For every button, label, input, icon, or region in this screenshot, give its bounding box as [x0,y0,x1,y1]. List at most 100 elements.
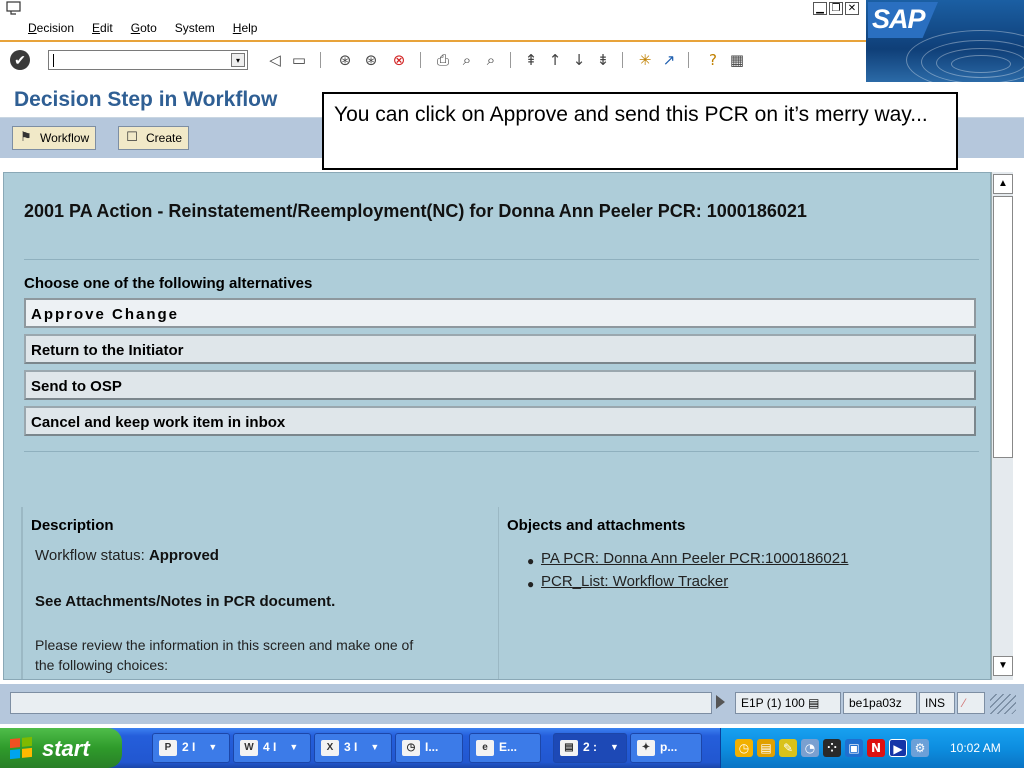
toolbar-separator [510,52,511,68]
task-label: 3 I [344,740,358,754]
shortcut-icon[interactable]: ↗ [660,51,678,69]
server-name: be1pa03z [843,692,917,714]
previous-page-icon[interactable]: ↑ [546,51,564,69]
pa-action-heading: 2001 PA Action - Reinstatement/Reemploym… [24,201,807,221]
status-message-field [10,692,712,714]
back-icon[interactable]: ⊛ [336,51,354,69]
scroll-down-icon[interactable]: ▼ [993,656,1013,676]
create-icon: ☐ [126,130,138,145]
help-icon[interactable]: ? [704,51,722,69]
powerpoint-icon: P [159,740,177,756]
task-excel[interactable]: X 3 I ▼ [314,733,392,763]
toolbar-separator [320,52,321,68]
close-button[interactable]: ✕ [845,2,859,15]
status-bar: E1P (1) 100 ▤ be1pa03z INS ⁄ [0,684,1024,724]
lock-icon: ⁄ [957,692,985,714]
internet-explorer-icon: e [476,740,494,756]
task-label: 2 I [182,740,196,754]
task-clock-app[interactable]: ◷ I... [395,733,463,763]
description-title: Description [31,517,114,534]
task-firefox[interactable]: ✦ p... [630,733,702,763]
system-menu-icon[interactable] [6,1,22,15]
start-button[interactable]: start [0,728,122,768]
workflow-tracker-link[interactable]: PCR_List: Workflow Tracker [541,573,728,590]
save-icon[interactable]: ▭ [290,51,308,69]
word-icon: W [240,740,258,756]
restore-button[interactable]: ❐ [829,2,843,15]
layout-menu-icon[interactable]: ▦ [728,51,746,69]
instructions-line-1: Please review the information in this sc… [35,637,414,653]
tray-screen-icon[interactable]: ▣ [845,739,863,757]
alternatives-label: Choose one of the following alternatives [24,275,313,292]
status-toggle-icon[interactable] [716,695,725,709]
cancel-icon[interactable]: ⊗ [390,51,408,69]
command-history-dropdown-icon[interactable]: ▾ [231,53,245,67]
tray-security-icon[interactable]: ⚙ [911,739,929,757]
task-sap-gui[interactable]: ▤ 2 : ▼ [553,733,627,763]
system-info[interactable]: E1P (1) 100 ▤ [735,692,841,714]
vertical-scrollbar[interactable]: ▲ ▼ [991,172,1013,680]
find-next-icon[interactable]: ⌕ [482,51,500,69]
new-session-icon[interactable]: ✳ [636,51,654,69]
scroll-up-icon[interactable]: ▲ [993,174,1013,194]
back-arrow-icon[interactable]: ◁ [266,51,284,69]
description-panel: Description Workflow status: Approved Se… [21,507,499,679]
sap-gui-icon: ▤ [560,740,578,756]
return-to-initiator-button[interactable]: Return to the Initiator [24,334,976,364]
taskbar-clock[interactable]: 10:02 AM [950,741,1001,755]
workflow-button-label: Workflow [40,131,90,145]
attachments-note: See Attachments/Notes in PCR document. [35,593,336,610]
workflow-status: Workflow status: Approved [35,547,219,564]
tray-folder-icon[interactable]: ▤ [757,739,775,757]
approve-change-button[interactable]: Approve Change [24,298,976,328]
task-internet-explorer[interactable]: e E... [469,733,541,763]
print-icon[interactable]: ⎙ [434,51,452,69]
system-client: E1P (1) 100 [741,696,805,710]
create-button[interactable]: ☐ Create [118,126,190,150]
firefox-icon: ✦ [637,740,655,756]
last-page-icon[interactable]: ⇟ [594,51,612,69]
input-mode: INS [919,692,955,714]
minimize-button[interactable]: ▁ [813,2,827,15]
tray-pencil-icon[interactable]: ✎ [779,739,797,757]
workflow-button[interactable]: ⚑ Workflow [12,126,97,150]
pa-pcr-link[interactable]: PA PCR: Donna Ann Peeler PCR:1000186021 [541,550,848,567]
excel-icon: X [321,740,339,756]
menu-system[interactable]: System [175,21,215,35]
find-icon[interactable]: ⌕ [458,51,476,69]
menu-goto[interactable]: Goto [131,21,157,35]
task-label: I... [425,740,439,754]
sap-logo-text: SAP [872,4,926,34]
tray-messenger-icon[interactable]: ⁘ [823,739,841,757]
windows-taskbar: start P 2 I ▼ W 4 I ▼ X 3 I ▼ ◷ I... e E… [0,728,1024,768]
task-powerpoint[interactable]: P 2 I ▼ [152,733,230,763]
send-to-osp-button[interactable]: Send to OSP [24,370,976,400]
enter-check-icon[interactable]: ✔ [10,50,30,70]
clock-app-icon: ◷ [402,740,420,756]
toolbar-separator [622,52,623,68]
bullet: ● [527,554,535,568]
task-label: 2 : [583,740,598,754]
exit-icon[interactable]: ⊛ [362,51,380,69]
next-page-icon[interactable]: ↓ [570,51,588,69]
tray-clock-icon[interactable]: ◷ [735,739,753,757]
page-title: Decision Step in Workflow [14,88,278,111]
menu-edit[interactable]: Edit [92,21,113,35]
bullet: ● [527,577,535,591]
tray-n-icon[interactable]: N [867,739,885,757]
menu-decision[interactable]: Decision [28,21,74,35]
start-label: start [42,736,90,761]
standard-toolbar: ✔ ▾ ◁ ▭ ⊛ ⊛ ⊗ ⎙ ⌕ ⌕ ⇞ ↑ ↓ ⇟ ✳ ↗ ? ▦ [0,42,866,82]
task-word[interactable]: W 4 I ▼ [233,733,311,763]
scrollbar-thumb[interactable] [993,196,1013,458]
first-page-icon[interactable]: ⇞ [522,51,540,69]
windows-flag-icon [10,736,32,760]
tray-network-icon[interactable]: ◔ [801,739,819,757]
resize-grip-icon[interactable] [990,694,1016,714]
menu-help[interactable]: Help [233,21,258,35]
workflow-status-label: Workflow status: [35,547,145,564]
command-field[interactable]: ▾ [48,50,248,70]
tray-media-icon[interactable]: ▶ [889,739,907,757]
workflow-status-value: Approved [148,547,219,564]
cancel-keep-work-item-button[interactable]: Cancel and keep work item in inbox [24,406,976,436]
